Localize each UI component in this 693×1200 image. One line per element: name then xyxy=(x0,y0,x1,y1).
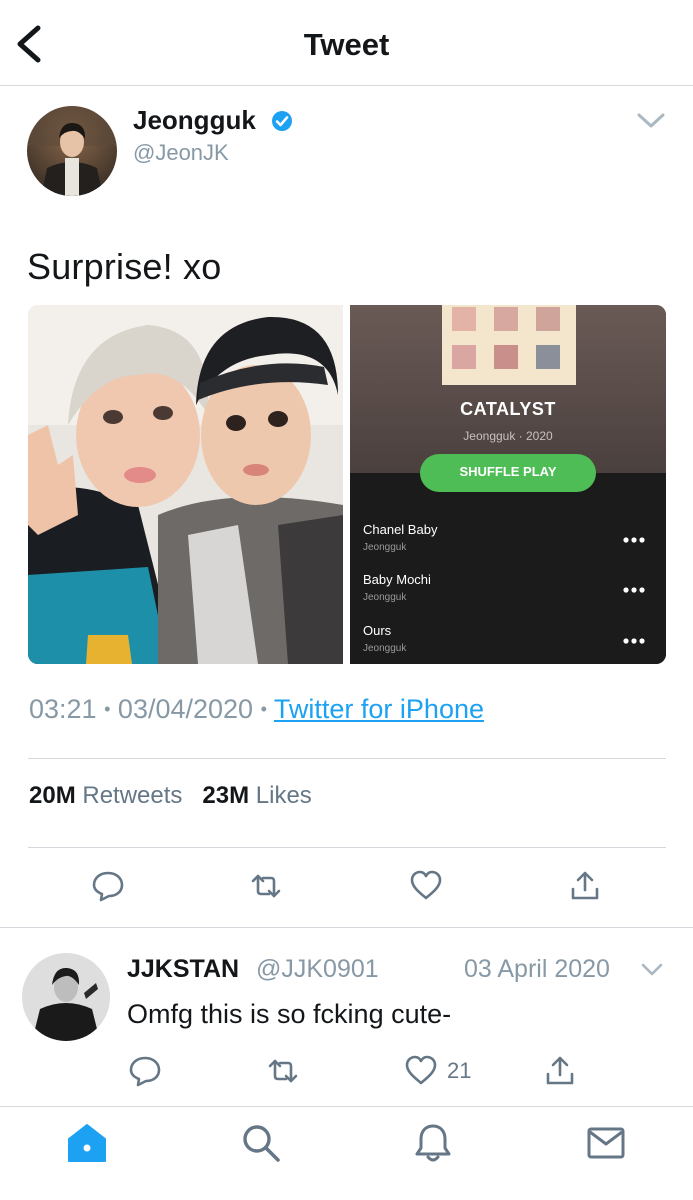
tweet-text: Surprise! xo xyxy=(27,246,222,287)
retweets-count[interactable]: 20M xyxy=(29,782,76,809)
tweet-source-link[interactable]: Twitter for iPhone xyxy=(274,694,484,724)
reply-text: Omfg this is so fcking cute- xyxy=(127,999,452,1029)
track-artist: Jeongguk xyxy=(363,592,407,603)
tweet-photo-music-player[interactable]: CATALYST Jeongguk · 2020 SHUFFLE PLAY Ch… xyxy=(350,305,666,664)
tweet-stats: 20M Retweets 23M Likes xyxy=(29,782,312,810)
track-artist: Jeongguk xyxy=(363,643,407,654)
chevron-down-icon[interactable] xyxy=(640,961,664,979)
track-artist: Jeongguk xyxy=(363,542,407,553)
divider xyxy=(28,758,666,759)
reply-author-avatar[interactable] xyxy=(22,953,110,1041)
track-title: Chanel Baby xyxy=(363,522,438,537)
top-bar: Tweet xyxy=(0,0,693,86)
tweet-date: 03/04/2020 xyxy=(117,694,254,724)
album-artist-year: Jeongguk · 2020 xyxy=(463,429,553,443)
track-title: Baby Mochi xyxy=(363,572,431,587)
tweet-time: 03:21 xyxy=(29,694,97,724)
reply-icon[interactable] xyxy=(91,869,125,903)
retweet-icon[interactable] xyxy=(266,1054,300,1088)
reply-author-handle[interactable]: @JJK0901 xyxy=(256,955,379,984)
track-title: Ours xyxy=(363,623,392,638)
retweets-label[interactable]: Retweets xyxy=(82,782,182,809)
meta-separator: • xyxy=(260,699,267,719)
reply-author-name[interactable]: JJKSTAN xyxy=(127,955,239,984)
messages-envelope-icon[interactable] xyxy=(585,1122,627,1164)
retweet-icon[interactable] xyxy=(249,869,283,903)
page-title: Tweet xyxy=(303,27,390,62)
likes-count[interactable]: 23M xyxy=(202,782,249,809)
verified-badge-icon xyxy=(272,111,292,131)
like-heart-icon[interactable] xyxy=(409,869,443,903)
share-icon[interactable] xyxy=(568,869,602,903)
reply-like-count: 21 xyxy=(447,1058,472,1083)
author-handle[interactable]: @JeonJK xyxy=(133,140,229,166)
tweet-meta: 03:21 • 03/04/2020 • Twitter for iPhone xyxy=(29,694,484,725)
share-icon[interactable] xyxy=(543,1054,577,1088)
tweet-photo-selfie[interactable] xyxy=(28,305,343,664)
search-icon[interactable] xyxy=(240,1122,282,1164)
reply-date: 03 April 2020 xyxy=(464,955,610,983)
chevron-down-icon[interactable] xyxy=(636,110,666,132)
likes-label[interactable]: Likes xyxy=(256,782,312,809)
reply-icon[interactable] xyxy=(128,1054,162,1088)
like-heart-icon[interactable] xyxy=(404,1054,438,1088)
divider xyxy=(28,847,666,848)
notifications-bell-icon[interactable] xyxy=(412,1122,454,1164)
author-name[interactable]: Jeongguk xyxy=(133,105,256,136)
section-divider xyxy=(0,927,693,928)
shuffle-play-button: SHUFFLE PLAY xyxy=(459,464,557,479)
album-title: CATALYST xyxy=(460,399,556,419)
meta-separator: • xyxy=(104,699,111,719)
author-avatar[interactable] xyxy=(27,106,117,196)
home-icon[interactable] xyxy=(66,1122,108,1164)
